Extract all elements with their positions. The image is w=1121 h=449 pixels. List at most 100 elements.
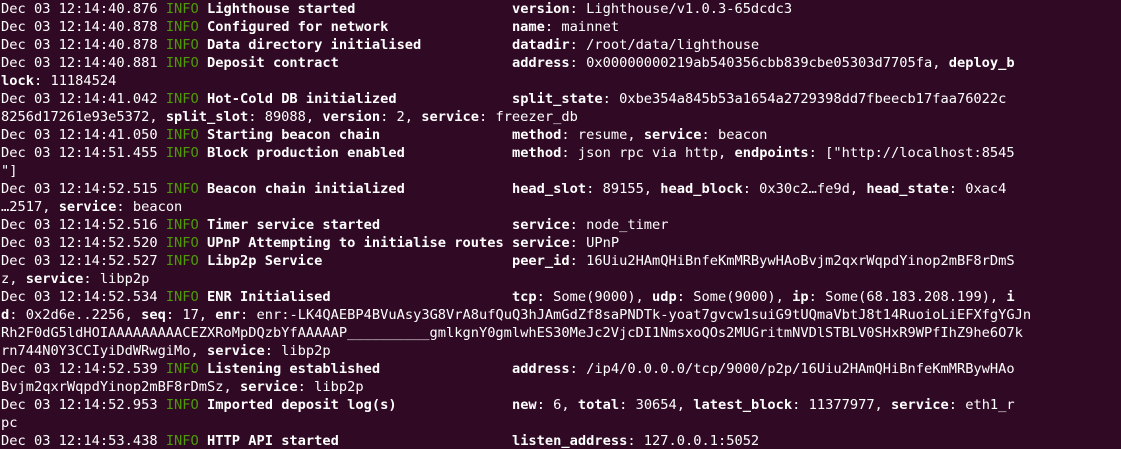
log-key: udp [652, 289, 677, 305]
log-text: : eth1_r [948, 397, 1015, 413]
log-text: Dec 03 12:14:52.516 [1, 217, 166, 233]
log-text: : beacon [701, 127, 768, 143]
log-text: Bvjm2qxrWqpdYinop2mBF8rDmSz, [1, 379, 240, 395]
log-text: Dec 03 12:14:41.050 [1, 127, 166, 143]
terminal-output[interactable]: Dec 03 12:14:40.876 INFO Lighthouse star… [1, 0, 1121, 449]
log-key: head_slot [511, 181, 587, 197]
log-level: INFO [165, 1, 199, 17]
log-key: service [25, 271, 84, 287]
log-text: Dec 03 12:14:52.534 [1, 289, 166, 305]
log-key: version [322, 109, 381, 125]
log-key: endpoints [734, 145, 809, 161]
log-key: split_slot [165, 109, 249, 125]
log-level: INFO [165, 145, 199, 161]
log-key: address [511, 361, 570, 377]
log-line: pc [1, 414, 17, 432]
log-text: : 127.0.0.1:5052 [627, 433, 760, 449]
log-text: : Some(68.183.208.199), [808, 289, 1007, 305]
log-text: : 0xbe354a845b53a1654a2729398dd7fbeecb17… [602, 91, 1007, 107]
log-text: : 0x2d6e..2256, [9, 307, 142, 323]
log-key: service [511, 235, 570, 251]
log-key: HTTP API started [207, 433, 339, 449]
log-text: : libp2p [83, 271, 150, 287]
log-level: INFO [165, 217, 199, 233]
log-key: Configured for network [207, 19, 389, 35]
log-key: head_state [866, 181, 949, 197]
log-key: Imported deposit log(s) [207, 397, 397, 413]
log-key: listen_address [511, 433, 628, 449]
log-key: address [511, 55, 570, 71]
log-text: : 6, [536, 397, 578, 413]
log-line: Dec 03 12:14:51.455 INFO Block productio… [1, 144, 1015, 162]
log-key: enr [215, 307, 241, 323]
log-line: z, service: libp2p [1, 270, 149, 288]
log-key: Deposit contract [207, 55, 339, 71]
log-key: i [1006, 289, 1015, 305]
log-line: Dec 03 12:14:40.878 INFO Data directory … [1, 36, 759, 54]
log-text: rn744N0Y3CCIyiDdWRwgiMo, [1, 343, 208, 359]
log-level: INFO [165, 235, 199, 251]
log-key: seq [141, 307, 166, 323]
log-text: : resume, [561, 127, 644, 143]
log-text: z, [1, 271, 26, 287]
log-text: Dec 03 12:14:51.455 [1, 145, 166, 161]
log-text: Dec 03 12:14:52.520 [1, 235, 166, 251]
log-key: Starting beacon chain [207, 127, 381, 143]
log-line: Dec 03 12:14:52.539 INFO Listening estab… [1, 360, 1015, 378]
log-key: Beacon chain initialized [207, 181, 405, 197]
log-text: : 11184524 [33, 73, 117, 89]
log-line: d: 0x2d6e..2256, seq: 17, enr: enr:-LK4Q… [1, 306, 1031, 324]
log-key: service [511, 217, 570, 233]
log-text: Dec 03 12:14:40.878 [1, 37, 166, 53]
log-key: lock [1, 73, 34, 89]
log-text: 8256d17261e93e5372, [1, 109, 166, 125]
log-text: : Some(9000), [676, 289, 793, 305]
log-text: : ["http://localhost:8545 [808, 145, 1015, 161]
log-text: : freezer_db [478, 109, 578, 125]
log-text: : 17, [165, 307, 216, 323]
log-text: Dec 03 12:14:52.515 [1, 181, 166, 197]
log-key: ENR Initialised [207, 289, 331, 305]
log-line: Rh2F0dG5ldHOIAAAAAAAAACEZXRoMpDQzbYfAAAA… [1, 324, 1023, 342]
log-key: Libp2p Service [207, 253, 323, 269]
log-text: : 89088, [248, 109, 323, 125]
log-text: : mainnet [544, 19, 620, 35]
log-level: INFO [165, 433, 199, 449]
log-text: Dec 03 12:14:41.042 [1, 91, 166, 107]
log-line: …2517, service: beacon [1, 198, 182, 216]
log-text: : Lighthouse/v1.0.3-65dcdc3 [569, 1, 793, 17]
log-text: : json rpc via http, [561, 145, 735, 161]
log-key: name [511, 19, 545, 35]
log-text: : libp2p [264, 343, 331, 359]
log-key: d [1, 307, 10, 323]
log-line: Dec 03 12:14:52.527 INFO Libp2p Service … [1, 252, 1015, 270]
log-key: head_block [660, 181, 743, 197]
log-key: version [511, 1, 570, 17]
log-key: Timer service started [207, 217, 381, 233]
log-key: total [577, 397, 620, 413]
log-text: : UPnP [569, 235, 620, 251]
log-text: …2517, [1, 199, 59, 215]
log-text: : /root/data/lighthouse [569, 37, 760, 53]
log-text: : Some(9000), [536, 289, 653, 305]
log-line: Dec 03 12:14:52.516 INFO Timer service s… [1, 216, 669, 234]
log-line: Dec 03 12:14:40.876 INFO Lighthouse star… [1, 0, 792, 18]
log-line: Dec 03 12:14:52.534 INFO ENR Initialised… [1, 288, 1015, 306]
